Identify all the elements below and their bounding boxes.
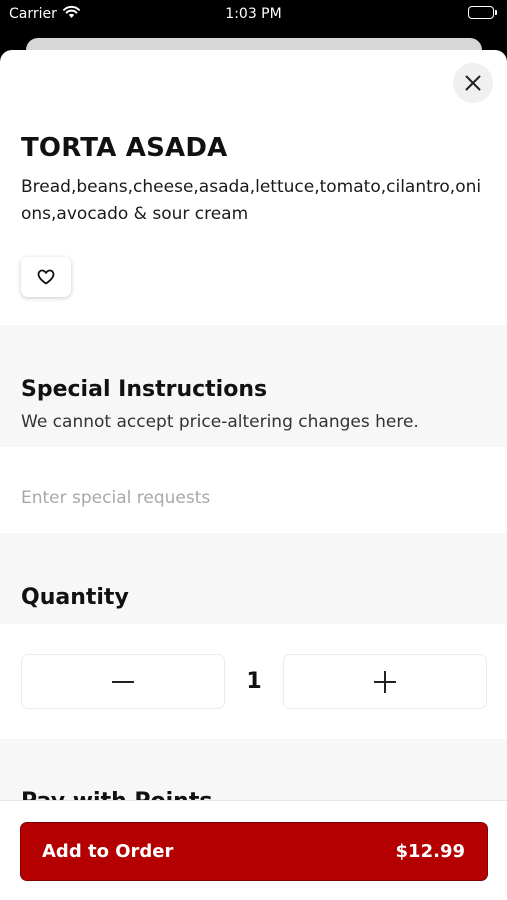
special-instructions-subtitle: We cannot accept price-altering changes …: [21, 412, 419, 432]
quantity-section: [0, 533, 507, 624]
bottom-action-bar: Add to Order $12.99: [0, 800, 507, 900]
close-button[interactable]: [453, 63, 493, 103]
favorite-button[interactable]: [21, 257, 71, 297]
special-instructions-title: Special Instructions: [21, 377, 268, 402]
special-requests-input[interactable]: [0, 447, 507, 533]
status-time: 1:03 PM: [225, 6, 282, 22]
pay-with-points-title-wrapper: Pay with Points: [0, 788, 507, 800]
quantity-title: Quantity: [21, 585, 129, 610]
battery-icon: [468, 6, 497, 19]
increment-button[interactable]: [283, 654, 487, 709]
pay-with-points-title: Pay with Points: [21, 789, 212, 800]
heart-outline-icon: [37, 269, 55, 285]
status-bar: Carrier 1:03 PM: [0, 0, 507, 30]
item-title: TORTA ASADA: [21, 133, 228, 163]
add-to-order-label: Add to Order: [42, 841, 174, 862]
order-price: $12.99: [395, 841, 465, 862]
plus-icon: [374, 670, 396, 693]
item-detail-sheet: TORTA ASADA Bread,beans,cheese,asada,let…: [0, 50, 507, 900]
minus-icon: [112, 680, 134, 683]
add-to-order-button[interactable]: Add to Order $12.99: [20, 822, 488, 881]
decrement-button[interactable]: [21, 654, 225, 709]
item-description: Bread,beans,cheese,asada,lettuce,tomato,…: [21, 177, 482, 224]
quantity-value: 1: [246, 669, 262, 694]
close-icon: [465, 75, 481, 91]
